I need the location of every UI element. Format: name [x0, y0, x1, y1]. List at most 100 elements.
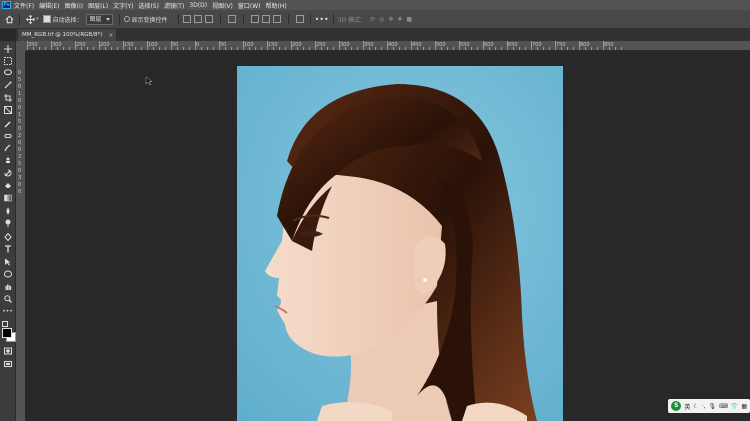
3d-rotate-icon[interactable]: ⟳: [370, 16, 375, 23]
ruler-h-minor-tick: [447, 47, 448, 50]
default-colors-icon[interactable]: [2, 321, 8, 327]
align-bottom-icon[interactable]: [204, 15, 213, 23]
ruler-h-minor-tick: [585, 47, 586, 50]
menu-view[interactable]: 视图(V): [212, 1, 233, 10]
menu-window[interactable]: 窗口(W): [238, 1, 261, 10]
clone-stamp-icon[interactable]: [3, 155, 12, 164]
align-vcenter-icon[interactable]: [193, 15, 202, 23]
3d-slide-icon[interactable]: ✚: [397, 16, 402, 23]
ruler-h-minor-tick: [591, 47, 592, 50]
ruler-corner[interactable]: [16, 41, 26, 51]
ruler-h-minor-tick: [609, 47, 610, 50]
ruler-h-minor-tick: [225, 47, 226, 50]
screen-mode-icon[interactable]: [3, 359, 12, 368]
menu-filter[interactable]: 滤镜(T): [164, 1, 184, 10]
lasso-tool-icon[interactable]: [3, 68, 12, 77]
ruler-h-minor-tick: [621, 47, 622, 50]
marquee-tool-icon[interactable]: [3, 56, 12, 65]
3d-drag-icon[interactable]: ✥: [388, 16, 393, 23]
gradient-tool-icon[interactable]: [3, 193, 12, 202]
ruler-h-minor-tick: [543, 47, 544, 50]
distribute-horizontal-icon[interactable]: [295, 15, 304, 23]
zoom-tool-icon[interactable]: [3, 294, 12, 303]
separator: [242, 13, 244, 25]
shape-tool-icon[interactable]: [3, 269, 12, 278]
ruler-h-minor-tick: [369, 47, 370, 50]
ruler-h-minor-tick: [165, 47, 166, 50]
horizontal-ruler[interactable]: 350 300 250 200 150 100 50 0 50 100 150 200 250 300 35…: [26, 41, 750, 51]
distribute-icon[interactable]: [227, 15, 236, 23]
auto-select-dropdown[interactable]: 图层: [85, 13, 113, 25]
eraser-tool-icon[interactable]: [3, 180, 12, 189]
foreground-color-swatch[interactable]: [2, 328, 12, 338]
menu-image[interactable]: 图像(I): [65, 1, 83, 10]
3d-scale-icon[interactable]: ■: [406, 16, 412, 23]
pen-tool-icon[interactable]: [3, 232, 12, 241]
document-tab-title: MM_RGB.tif @ 100%(RGB/8*): [22, 32, 103, 38]
move-tool-icon[interactable]: [3, 44, 12, 53]
dodge-tool-icon[interactable]: [3, 218, 12, 227]
ruler-v-label: 2: [18, 154, 22, 160]
eyedropper-icon[interactable]: [3, 119, 12, 128]
show-transform-checkbox[interactable]: [123, 16, 130, 22]
menu-layer[interactable]: 图层(L): [88, 1, 108, 10]
ruler-h-minor-tick: [345, 47, 346, 50]
skin-icon[interactable]: 👕: [731, 403, 738, 410]
auto-select-checkbox[interactable]: [42, 15, 51, 23]
menu-3d[interactable]: 3D(D): [189, 2, 207, 9]
crop-tool-icon[interactable]: [3, 93, 12, 102]
align-left-icon[interactable]: [250, 15, 259, 23]
separator: [19, 13, 20, 25]
menu-edit[interactable]: 编辑(E): [39, 1, 59, 10]
keyboard-icon[interactable]: ⌨: [719, 403, 728, 410]
ruler-v-label: 0: [18, 98, 22, 104]
path-selection-icon[interactable]: [3, 257, 12, 266]
close-tab-icon[interactable]: ×: [108, 32, 113, 39]
menu-select[interactable]: 选择(S): [138, 1, 159, 10]
document-tab[interactable]: MM_RGB.tif @ 100%(RGB/8*) ×: [18, 29, 117, 41]
chevron-down-icon[interactable]: ▾: [36, 16, 39, 22]
more-tools-icon[interactable]: •••: [2, 307, 13, 316]
align-top-icon[interactable]: [182, 15, 191, 23]
vertical-ruler[interactable]: 050100150200250300: [16, 51, 26, 421]
ruler-h-minor-tick: [501, 47, 502, 50]
ruler-h-minor-tick: [351, 47, 352, 50]
ruler-h-minor-tick: [93, 47, 94, 50]
ruler-h-minor-tick: [309, 47, 310, 50]
punctuation-icon[interactable]: ·,: [702, 403, 706, 410]
quick-mask-icon[interactable]: [3, 346, 12, 355]
document-image[interactable]: [237, 66, 563, 421]
grid-menu-icon[interactable]: ▦: [741, 403, 747, 410]
3d-roll-icon[interactable]: ◎: [379, 16, 384, 23]
sogou-logo-icon[interactable]: S: [671, 401, 682, 411]
menu-file[interactable]: 文件(F): [14, 1, 34, 10]
align-hcenter-icon[interactable]: [261, 15, 270, 23]
ime-language-label[interactable]: 英: [684, 402, 690, 411]
align-right-icon[interactable]: [272, 15, 281, 23]
ruler-h-minor-tick: [261, 47, 262, 50]
brush-tool-icon[interactable]: [3, 143, 12, 152]
ruler-v-label: 0: [18, 105, 22, 111]
magic-wand-icon[interactable]: [3, 80, 12, 89]
ruler-h-tick: [51, 41, 52, 50]
separator: [118, 13, 120, 25]
ruler-h-minor-tick: [615, 47, 616, 50]
menu-type[interactable]: 文字(Y): [113, 1, 133, 10]
ruler-h-tick: [435, 41, 436, 50]
microphone-icon[interactable]: 🎙: [709, 403, 717, 410]
move-tool-icon[interactable]: [24, 13, 36, 25]
blur-tool-icon[interactable]: [3, 206, 12, 215]
frame-tool-icon[interactable]: [3, 105, 12, 114]
more-options-icon[interactable]: •••: [315, 15, 329, 24]
canvas-area[interactable]: [26, 51, 750, 421]
moon-icon[interactable]: ☾: [693, 403, 698, 410]
menu-help[interactable]: 帮助(H): [266, 1, 287, 10]
home-icon[interactable]: [3, 13, 15, 25]
history-brush-icon[interactable]: [3, 168, 12, 177]
hand-tool-icon[interactable]: [3, 282, 12, 291]
separator: [177, 13, 179, 25]
type-tool-icon[interactable]: [3, 244, 12, 253]
healing-brush-icon[interactable]: [3, 131, 12, 140]
ruler-h-minor-tick: [33, 47, 34, 50]
ruler-h-tick: [387, 41, 388, 50]
